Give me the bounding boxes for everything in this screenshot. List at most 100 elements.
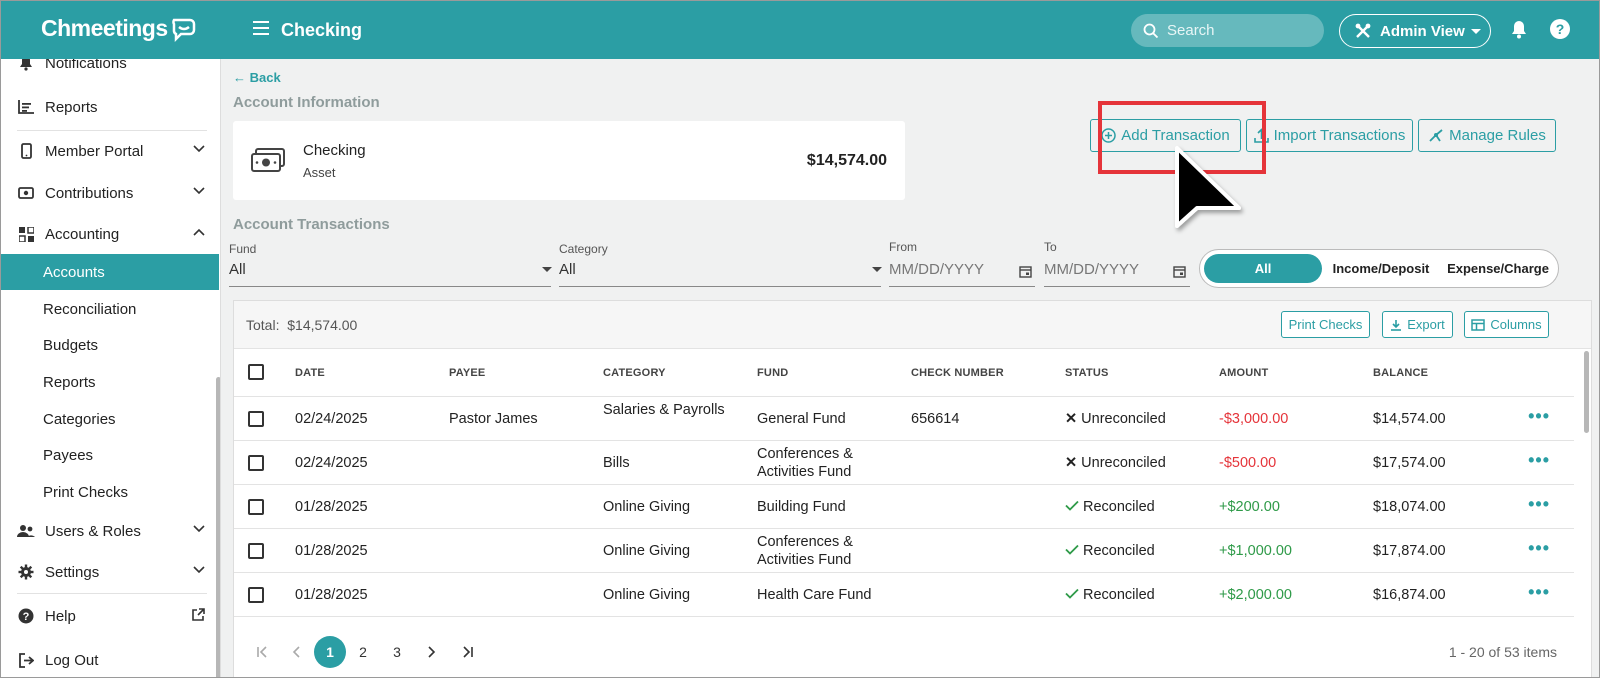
type-option-all[interactable]: All bbox=[1204, 254, 1322, 283]
table-toolbar: Total: $14,574.00 Print Checks Export Co… bbox=[234, 301, 1591, 349]
page-button-3[interactable]: 3 bbox=[381, 636, 413, 668]
row-more-icon[interactable]: ••• bbox=[1528, 450, 1550, 471]
search-input[interactable] bbox=[1167, 22, 1317, 39]
sidebar-item-member-portal[interactable]: Member Portal bbox=[1, 131, 219, 171]
table-row[interactable]: 01/28/2025 Online Giving Building Fund R… bbox=[234, 485, 1574, 529]
transaction-type-toggle: All Income/Deposit Expense/Charge bbox=[1199, 249, 1559, 288]
back-link[interactable]: ← Back bbox=[233, 70, 281, 85]
category-filter-value[interactable]: All bbox=[559, 261, 576, 278]
account-transactions-heading: Account Transactions bbox=[233, 216, 390, 233]
cell-status: Reconciled bbox=[1065, 542, 1155, 560]
type-option-income[interactable]: Income/Deposit bbox=[1324, 250, 1438, 287]
account-balance: $14,574.00 bbox=[806, 152, 887, 169]
row-checkbox[interactable] bbox=[248, 499, 264, 515]
page-button-1[interactable]: 1 bbox=[314, 636, 346, 668]
columns-icon bbox=[1471, 318, 1486, 331]
table-header: DATE PAYEE CATEGORY FUND CHECK NUMBER ST… bbox=[234, 349, 1574, 397]
table-row[interactable]: 01/28/2025 Online Giving Conferences & A… bbox=[234, 529, 1574, 573]
chevron-down-icon bbox=[193, 187, 205, 195]
sidebar-item-settings[interactable]: Settings bbox=[1, 552, 219, 592]
chevron-up-icon bbox=[193, 228, 205, 236]
page-button-2[interactable]: 2 bbox=[347, 636, 379, 668]
sidebar-sub-budgets[interactable]: Budgets bbox=[1, 327, 219, 363]
calendar-icon[interactable] bbox=[1173, 265, 1186, 278]
calendar-icon[interactable] bbox=[1019, 265, 1032, 278]
from-date-input[interactable]: MM/DD/YYYY bbox=[889, 261, 984, 278]
fund-filter-value[interactable]: All bbox=[229, 261, 246, 278]
sidebar-item-accounting[interactable]: Accounting bbox=[1, 214, 219, 254]
sidebar-sub-accounts[interactable]: Accounts bbox=[1, 254, 219, 290]
x-icon: ✕ bbox=[1065, 455, 1078, 471]
cell-fund: Building Fund bbox=[757, 499, 846, 515]
table-row[interactable]: 02/24/2025 Bills Conferences & Activitie… bbox=[234, 441, 1574, 485]
row-more-icon[interactable]: ••• bbox=[1528, 538, 1550, 559]
chevron-down-icon[interactable] bbox=[872, 267, 882, 272]
print-checks-button[interactable]: Print Checks bbox=[1281, 311, 1370, 338]
column-header-check-number[interactable]: CHECK NUMBER bbox=[911, 367, 1004, 379]
pagination: 1 2 3 1 - 20 of 53 items bbox=[234, 624, 1591, 677]
sidebar-sub-categories[interactable]: Categories bbox=[1, 401, 219, 437]
reports-icon bbox=[17, 98, 35, 116]
table-row[interactable]: 02/24/2025 Pastor James Salaries & Payro… bbox=[234, 397, 1574, 441]
row-checkbox[interactable] bbox=[248, 411, 264, 427]
hamburger-menu-icon[interactable] bbox=[253, 21, 269, 35]
account-info-heading: Account Information bbox=[233, 94, 380, 111]
sidebar-item-logout[interactable]: Log Out bbox=[1, 640, 219, 677]
sidebar-sub-payees[interactable]: Payees bbox=[1, 437, 219, 473]
last-page-icon[interactable] bbox=[452, 636, 484, 668]
column-header-balance[interactable]: BALANCE bbox=[1373, 367, 1428, 379]
row-more-icon[interactable]: ••• bbox=[1528, 582, 1550, 603]
sidebar-sub-reconciliation[interactable]: Reconciliation bbox=[1, 291, 219, 327]
to-date-input[interactable]: MM/DD/YYYY bbox=[1044, 261, 1139, 278]
cell-check-number: 656614 bbox=[911, 411, 960, 427]
sidebar-item-help[interactable]: ? Help bbox=[1, 596, 219, 636]
help-icon[interactable]: ? bbox=[1550, 19, 1570, 39]
phone-icon bbox=[17, 142, 35, 160]
column-header-payee[interactable]: PAYEE bbox=[449, 367, 485, 379]
cell-fund: Conferences & Activities Fund bbox=[757, 534, 853, 568]
row-more-icon[interactable]: ••• bbox=[1528, 494, 1550, 515]
first-page-icon[interactable] bbox=[246, 636, 278, 668]
column-header-category[interactable]: CATEGORY bbox=[603, 367, 666, 379]
chevron-down-icon bbox=[193, 145, 205, 153]
sidebar-sub-print-checks[interactable]: Print Checks bbox=[1, 474, 219, 510]
row-checkbox[interactable] bbox=[248, 587, 264, 603]
type-option-expense[interactable]: Expense/Charge bbox=[1440, 250, 1556, 287]
sidebar-item-users-roles[interactable]: Users & Roles bbox=[1, 511, 219, 551]
column-header-date[interactable]: DATE bbox=[295, 367, 325, 379]
cell-status: ✕ Unreconciled bbox=[1065, 454, 1166, 472]
next-page-icon[interactable] bbox=[416, 636, 448, 668]
cell-date: 01/28/2025 bbox=[295, 543, 368, 559]
column-header-amount[interactable]: AMOUNT bbox=[1219, 367, 1268, 379]
chevron-down-icon[interactable] bbox=[542, 267, 552, 272]
table-scrollbar[interactable] bbox=[1584, 351, 1589, 433]
select-all-checkbox[interactable] bbox=[248, 364, 264, 380]
account-card: Checking Asset $14,574.00 bbox=[233, 121, 905, 200]
tools-icon bbox=[1355, 23, 1371, 38]
sidebar-sub-reports[interactable]: Reports bbox=[1, 364, 219, 400]
column-header-fund[interactable]: FUND bbox=[757, 367, 788, 379]
prev-page-icon[interactable] bbox=[280, 636, 312, 668]
import-transactions-button[interactable]: Import Transactions bbox=[1246, 119, 1413, 152]
cell-date: 02/24/2025 bbox=[295, 411, 368, 427]
sidebar-item-notifications[interactable]: Notifications bbox=[1, 59, 219, 83]
row-more-icon[interactable]: ••• bbox=[1528, 406, 1550, 427]
column-header-status[interactable]: STATUS bbox=[1065, 367, 1109, 379]
money-icon bbox=[251, 148, 285, 172]
search-box[interactable] bbox=[1131, 14, 1324, 47]
cell-balance: $16,874.00 bbox=[1373, 587, 1446, 603]
admin-view-dropdown[interactable]: Admin View bbox=[1339, 14, 1491, 48]
columns-button[interactable]: Columns bbox=[1464, 311, 1549, 338]
manage-rules-button[interactable]: Manage Rules bbox=[1418, 119, 1556, 152]
export-button[interactable]: Export bbox=[1382, 311, 1453, 338]
row-checkbox[interactable] bbox=[248, 455, 264, 471]
table-row[interactable]: 01/28/2025 Online Giving Health Care Fun… bbox=[234, 573, 1574, 617]
cell-status: Reconciled bbox=[1065, 586, 1155, 604]
cell-category: Online Giving bbox=[603, 499, 691, 515]
sidebar-item-contributions[interactable]: Contributions bbox=[1, 173, 219, 213]
import-transactions-label: Import Transactions bbox=[1273, 127, 1406, 144]
row-checkbox[interactable] bbox=[248, 543, 264, 559]
sidebar-item-reports[interactable]: Reports bbox=[1, 87, 219, 127]
bell-icon[interactable] bbox=[1510, 19, 1528, 39]
app-logo[interactable]: Chmeetings bbox=[41, 15, 198, 42]
